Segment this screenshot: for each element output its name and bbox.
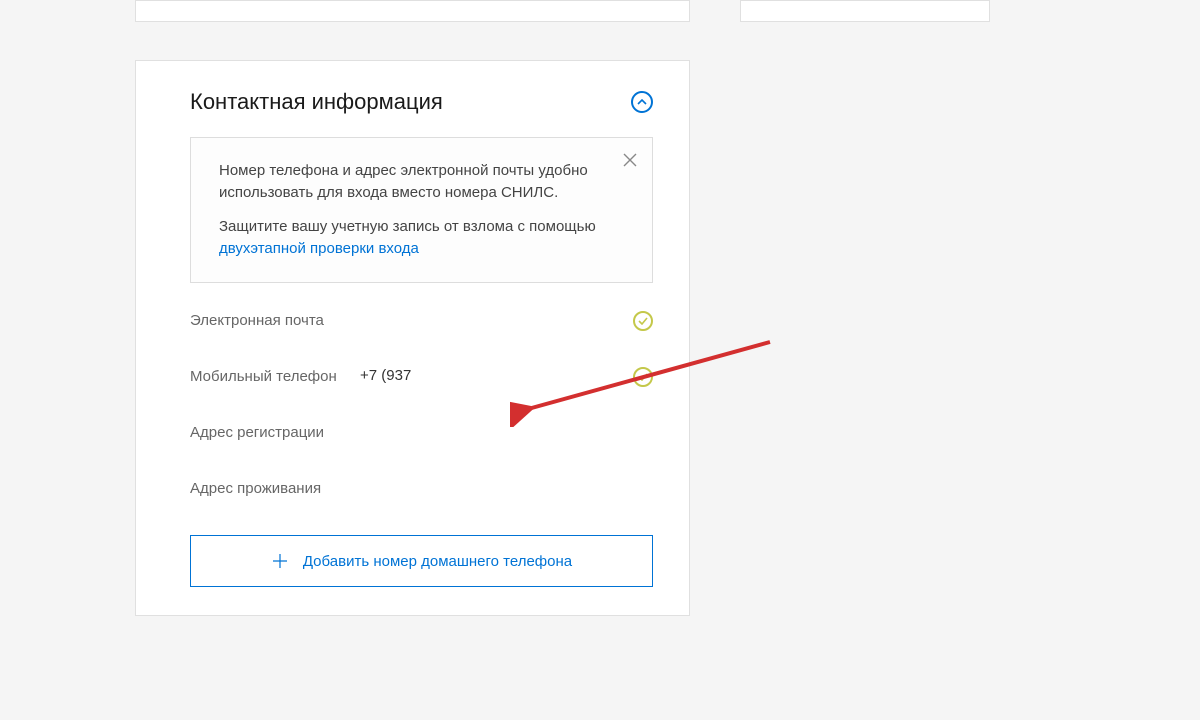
check-icon (638, 317, 648, 325)
close-icon (622, 152, 638, 168)
card-title: Контактная информация (190, 89, 443, 115)
email-field[interactable]: Электронная почта (190, 311, 653, 331)
email-label: Электронная почта (190, 311, 360, 331)
info-text: Номер телефона и адрес электронной почты… (219, 160, 602, 260)
check-icon (638, 373, 648, 381)
mobile-phone-value: +7 (937 (360, 367, 617, 384)
info-line-1: Номер телефона и адрес электронной почты… (219, 160, 602, 204)
card-header: Контактная информация (190, 61, 653, 137)
mobile-phone-field[interactable]: Мобильный телефон +7 (937 (190, 367, 653, 387)
phone-verified-icon (633, 367, 653, 387)
collapse-button[interactable] (631, 91, 653, 113)
contact-info-card: Контактная информация Номер телефона и а… (135, 60, 690, 616)
living-address-label: Адрес проживания (190, 479, 360, 499)
add-home-phone-button[interactable]: Добавить номер домашнего телефона (190, 535, 653, 587)
info-notice: Номер телефона и адрес электронной почты… (190, 137, 653, 283)
registration-address-field[interactable]: Адрес регистрации (190, 423, 653, 443)
mobile-phone-label: Мобильный телефон (190, 367, 360, 387)
previous-card-bottom (135, 0, 690, 22)
close-notice-button[interactable] (622, 152, 638, 173)
plus-icon (271, 552, 289, 570)
living-address-field[interactable]: Адрес проживания (190, 479, 653, 499)
chevron-up-icon (637, 99, 647, 105)
info-line-2: Защитите вашу учетную запись от взлома с… (219, 216, 602, 260)
email-verified-icon (633, 311, 653, 331)
sidebar-card-fragment (740, 0, 990, 22)
add-home-phone-label: Добавить номер домашнего телефона (303, 553, 572, 570)
registration-address-label: Адрес регистрации (190, 423, 360, 443)
two-factor-link[interactable]: двухэтапной проверки входа (219, 240, 419, 257)
info-line-2-prefix: Защитите вашу учетную запись от взлома с… (219, 218, 596, 235)
